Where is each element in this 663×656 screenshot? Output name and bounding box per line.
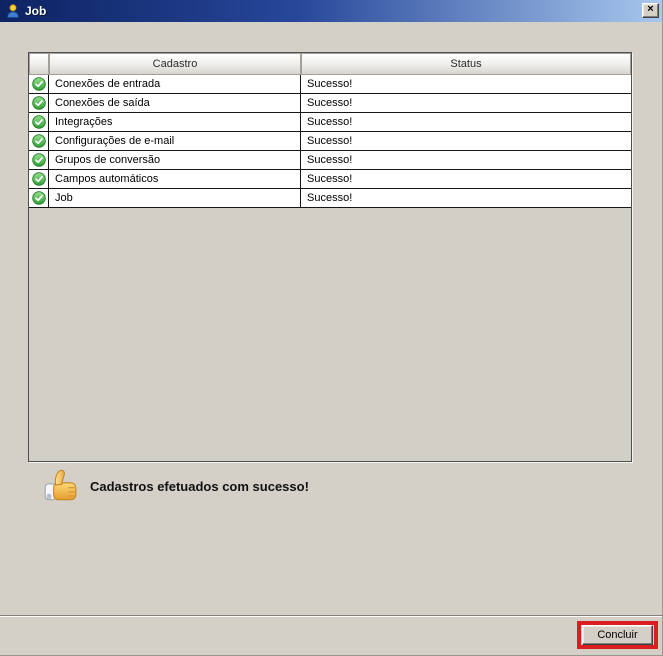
check-circle-icon xyxy=(32,96,46,110)
status-column-header[interactable]: Status xyxy=(301,53,631,75)
table-row[interactable]: Job Sucesso! xyxy=(29,189,631,208)
status-table: Cadastro Status Conexões de entrada Suce… xyxy=(28,52,632,462)
row-icon-cell xyxy=(29,113,49,131)
check-circle-icon xyxy=(32,172,46,186)
concluir-button[interactable]: Concluir xyxy=(582,625,653,645)
check-circle-icon xyxy=(32,115,46,129)
titlebar: Job × xyxy=(0,0,662,22)
row-status-cell: Sucesso! xyxy=(301,151,631,169)
check-circle-icon xyxy=(32,77,46,91)
row-cadastro-cell: Integrações xyxy=(49,113,301,131)
row-icon-cell xyxy=(29,132,49,150)
row-status-cell: Sucesso! xyxy=(301,170,631,188)
row-status-cell: Sucesso! xyxy=(301,94,631,112)
close-icon: × xyxy=(647,4,653,15)
row-icon-cell xyxy=(29,189,49,207)
person-icon xyxy=(5,3,21,19)
row-cadastro-cell: Job xyxy=(49,189,301,207)
row-icon-cell xyxy=(29,151,49,169)
footer-divider xyxy=(0,615,662,617)
table-row[interactable]: Configurações de e-mail Sucesso! xyxy=(29,132,631,151)
success-message: Cadastros efetuados com sucesso! xyxy=(90,479,309,494)
window-title: Job xyxy=(25,4,46,18)
check-circle-icon xyxy=(32,191,46,205)
cadastro-column-header[interactable]: Cadastro xyxy=(49,53,301,75)
thumbs-up-icon xyxy=(42,467,80,505)
row-icon-cell xyxy=(29,170,49,188)
check-circle-icon xyxy=(32,134,46,148)
icon-column-header[interactable] xyxy=(29,53,49,75)
row-icon-cell xyxy=(29,94,49,112)
row-cadastro-cell: Campos automáticos xyxy=(49,170,301,188)
table-row[interactable]: Conexões de entrada Sucesso! xyxy=(29,75,631,94)
row-status-cell: Sucesso! xyxy=(301,132,631,150)
table-header: Cadastro Status xyxy=(29,53,631,75)
table-row[interactable]: Conexões de saída Sucesso! xyxy=(29,94,631,113)
row-status-cell: Sucesso! xyxy=(301,113,631,131)
row-icon-cell xyxy=(29,75,49,93)
annotation-highlight: Concluir xyxy=(577,621,658,649)
row-cadastro-cell: Conexões de saída xyxy=(49,94,301,112)
job-dialog: Job × Cadastro Status Con xyxy=(0,0,663,656)
check-circle-icon xyxy=(32,153,46,167)
table-body: Conexões de entrada Sucesso! Conexões de… xyxy=(29,75,631,208)
row-cadastro-cell: Configurações de e-mail xyxy=(49,132,301,150)
table-row[interactable]: Campos automáticos Sucesso! xyxy=(29,170,631,189)
row-cadastro-cell: Grupos de conversão xyxy=(49,151,301,169)
close-button[interactable]: × xyxy=(642,3,659,18)
table-row[interactable]: Integrações Sucesso! xyxy=(29,113,631,132)
success-message-row: Cadastros efetuados com sucesso! xyxy=(42,467,309,505)
table-row[interactable]: Grupos de conversão Sucesso! xyxy=(29,151,631,170)
row-status-cell: Sucesso! xyxy=(301,189,631,207)
row-cadastro-cell: Conexões de entrada xyxy=(49,75,301,93)
row-status-cell: Sucesso! xyxy=(301,75,631,93)
